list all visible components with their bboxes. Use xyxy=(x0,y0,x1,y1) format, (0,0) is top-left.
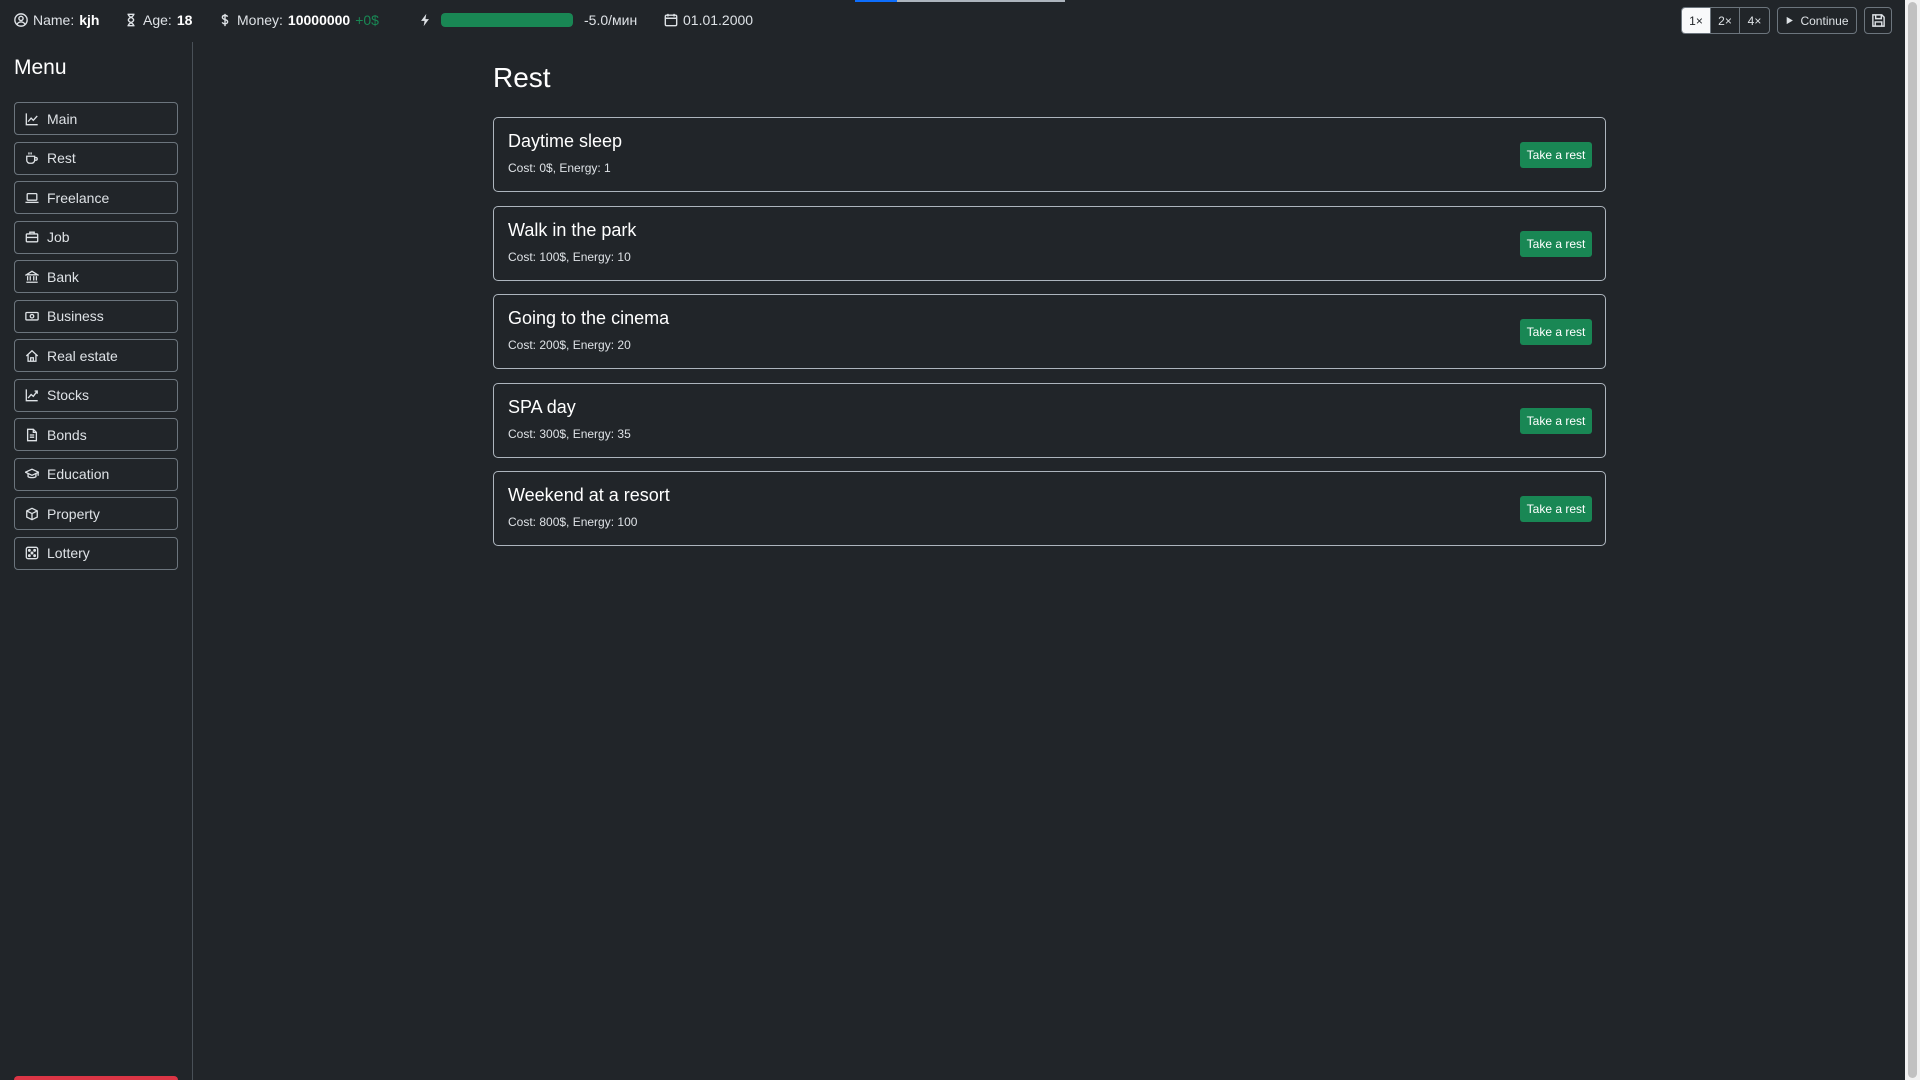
activity-details: Cost: 800$, Energy: 100 xyxy=(508,515,638,529)
money-delta: +0$ xyxy=(355,12,379,28)
sidebar-item-property[interactable]: Property xyxy=(14,497,178,530)
bank-icon xyxy=(25,270,39,283)
menu-title: Menu xyxy=(14,56,67,79)
energy-bar xyxy=(441,13,573,27)
calendar-icon xyxy=(664,13,678,27)
energy-rate: -5.0/мин xyxy=(584,12,638,28)
lightning-icon xyxy=(421,13,429,27)
hourglass-icon xyxy=(127,13,135,27)
page-title: Rest xyxy=(493,62,551,93)
sidebar-item-real-estate[interactable]: Real estate xyxy=(14,339,178,372)
speed-1x-button[interactable]: 1× xyxy=(1682,8,1711,33)
sidebar-item-education[interactable]: Education xyxy=(14,457,178,491)
activity-title: Going to the cinema xyxy=(508,308,670,328)
rest-activity-card: SPA day Cost: 300$, Energy: 35 Take a re… xyxy=(493,382,1606,458)
rest-activity-card: Walk in the park Cost: 100$, Energy: 10 … xyxy=(493,205,1606,281)
mortarboard-icon xyxy=(25,468,39,479)
sidebar-item-rest[interactable]: Rest xyxy=(14,141,178,175)
rest-activity-card: Going to the cinema Cost: 200$, Energy: … xyxy=(493,294,1606,369)
activity-details: Cost: 200$, Energy: 20 xyxy=(508,338,631,352)
sidebar-item-lottery[interactable]: Lottery xyxy=(14,536,178,570)
page-scrollbar[interactable] xyxy=(1905,0,1920,1080)
name-label: Name: xyxy=(33,12,75,28)
sidebar-item-bank[interactable]: Bank xyxy=(14,260,178,293)
sidebar-item-stocks[interactable]: Stocks xyxy=(14,378,178,412)
activity-details: Cost: 100$, Energy: 10 xyxy=(508,249,631,264)
activity-title: Walk in the park xyxy=(508,219,637,240)
sidebar-danger-button[interactable] xyxy=(14,1076,178,1080)
sidebar-item-main[interactable]: Main xyxy=(14,102,178,135)
dice-icon xyxy=(25,546,39,560)
take-rest-button[interactable]: Take a rest xyxy=(1520,496,1592,522)
take-rest-button[interactable]: Take a rest xyxy=(1520,142,1592,168)
game-date: 01.01.2000 xyxy=(664,0,753,40)
save-icon xyxy=(1871,14,1885,27)
date-value: 01.01.2000 xyxy=(683,12,754,28)
age-label: Age: xyxy=(143,12,172,28)
briefcase-icon xyxy=(25,231,39,243)
rest-activity-card: Weekend at a resort Cost: 800$, Energy: … xyxy=(493,471,1606,546)
cup-icon xyxy=(26,152,38,164)
activity-details: Cost: 0$, Energy: 1 xyxy=(508,161,611,175)
activity-title: Weekend at a resort xyxy=(508,485,670,505)
speed-selector: 1× 2× 4× xyxy=(1681,7,1770,34)
save-button[interactable] xyxy=(1864,7,1892,34)
energy-bar-fill xyxy=(441,13,573,27)
money-label: Money: xyxy=(237,12,283,28)
rest-activity-card: Daytime sleep Cost: 0$, Energy: 1 Take a… xyxy=(493,117,1606,192)
player-money: Money: 10000000 +0$ xyxy=(218,0,379,40)
speed-2x-button[interactable]: 2× xyxy=(1711,8,1740,33)
player-age: Age: 18 xyxy=(124,0,192,40)
user-circle-icon xyxy=(14,13,28,27)
speed-4x-button[interactable]: 4× xyxy=(1740,8,1769,33)
activity-title: SPA day xyxy=(508,396,576,417)
money-value: 10000000 xyxy=(287,12,351,28)
activity-details: Cost: 300$, Energy: 35 xyxy=(508,426,631,441)
take-rest-button[interactable]: Take a rest xyxy=(1520,407,1592,434)
sidebar-item-freelance[interactable]: Freelance xyxy=(14,181,178,214)
play-icon xyxy=(1787,16,1794,25)
activity-title: Daytime sleep xyxy=(508,131,623,151)
house-icon xyxy=(25,349,39,362)
sidebar-item-bonds[interactable]: Bonds xyxy=(14,418,178,451)
take-rest-button[interactable]: Take a rest xyxy=(1520,230,1592,257)
scrollbar-thumb[interactable] xyxy=(1908,2,1917,1078)
continue-label: Continue xyxy=(1800,13,1849,28)
dollar-icon xyxy=(221,13,229,27)
chart-line-icon xyxy=(25,112,38,125)
graph-up-icon xyxy=(25,389,38,402)
name-value: kjh xyxy=(79,12,100,28)
player-name: Name: kjh xyxy=(14,0,99,40)
age-value: 18 xyxy=(176,12,193,28)
sidebar-item-job[interactable]: Job xyxy=(14,220,178,254)
laptop-icon xyxy=(25,192,39,203)
document-icon xyxy=(26,428,38,441)
sidebar: Menu Main Rest Freelance Job Bank Busine… xyxy=(0,42,193,1080)
sidebar-item-business[interactable]: Business xyxy=(14,299,178,333)
top-bar: Name: kjh Age: 18 Money: 10000000 +0$ -5… xyxy=(0,0,1905,40)
cash-icon xyxy=(25,311,39,321)
take-rest-button[interactable]: Take a rest xyxy=(1520,319,1592,345)
continue-button[interactable]: Continue xyxy=(1777,7,1857,34)
energy-status: -5.0/мин xyxy=(418,0,637,40)
box-icon xyxy=(26,507,38,520)
